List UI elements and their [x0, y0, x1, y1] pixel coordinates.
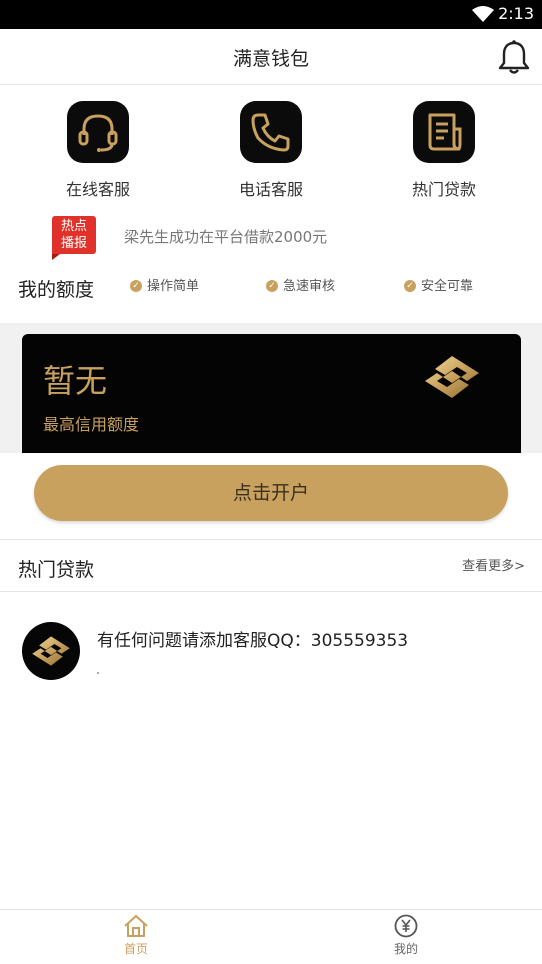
page-title: 满意钱包 [232, 48, 309, 70]
quick-action-label: 电话客服 [238, 180, 303, 199]
quota-row: 我的额度 ✓ 操作简单 ✓ 急速审核 ✓ 安全可靠 [0, 272, 542, 302]
document-icon-box [413, 101, 475, 163]
phone-service-button[interactable]: 电话客服 [201, 101, 341, 200]
badge-line-2: 播报 [60, 236, 87, 251]
credit-card: 暂无 最高信用额度 [22, 334, 521, 453]
support-message: 有任何问题请添加客服QQ：305559353 [97, 631, 409, 651]
headset-icon-box [67, 101, 129, 163]
tab-label: 首页 [123, 942, 148, 956]
feature-item: ✓ 急速审核 [266, 279, 335, 295]
headset-icon [78, 114, 118, 152]
check-icon: ✓ [130, 279, 142, 292]
news-ticker[interactable]: 热点 播报 梁先生成功在平台借款2000元 [0, 216, 542, 260]
news-text: 梁先生成功在平台借款2000元 [124, 228, 328, 246]
document-icon [428, 113, 462, 151]
status-time: 2:13 [498, 4, 534, 23]
feature-label: 急速审核 [283, 279, 336, 294]
tab-label: 我的 [393, 942, 418, 956]
brand-logo-icon [32, 636, 70, 666]
credit-amount: 暂无 [43, 362, 108, 400]
phone-icon [251, 113, 290, 152]
bottom-tab-bar: 首页 我的 [0, 909, 542, 964]
quota-title: 我的额度 [18, 279, 95, 301]
hot-loans-title: 热门贷款 [18, 559, 95, 581]
quick-action-label: 在线客服 [65, 180, 130, 199]
bell-icon[interactable] [496, 38, 532, 76]
feature-label: 操作简单 [147, 279, 200, 294]
status-bar: 2:13 [0, 0, 542, 29]
credit-subtitle: 最高信用额度 [43, 415, 140, 434]
hot-news-badge: 热点 播报 [52, 216, 96, 260]
feature-item: ✓ 操作简单 [130, 279, 199, 295]
avatar [22, 622, 80, 680]
quick-action-label: 热门贷款 [411, 180, 476, 199]
see-more-link[interactable]: 查看更多> [462, 555, 525, 574]
yuan-icon [394, 914, 418, 938]
divider-dot [97, 672, 99, 674]
hot-loans-header: 热门贷款 查看更多> [0, 539, 542, 592]
tab-mine[interactable]: 我的 [346, 914, 466, 957]
online-service-button[interactable]: 在线客服 [28, 101, 168, 200]
hot-loans-button[interactable]: 热门贷款 [374, 101, 514, 200]
feature-item: ✓ 安全可靠 [404, 279, 473, 295]
badge-line-1: 热点 [60, 219, 87, 234]
brand-logo-icon [425, 356, 479, 398]
check-icon: ✓ [266, 279, 278, 292]
feature-label: 安全可靠 [421, 279, 474, 294]
home-icon [124, 914, 148, 937]
check-icon: ✓ [404, 279, 416, 292]
support-list-item[interactable]: 有任何问题请添加客服QQ：305559353 [0, 612, 542, 692]
phone-icon-box [240, 101, 302, 163]
tab-home[interactable]: 首页 [76, 914, 196, 957]
wifi-icon [472, 6, 494, 22]
app-header: 满意钱包 [0, 29, 542, 85]
open-account-button[interactable]: 点击开户 [34, 465, 508, 521]
